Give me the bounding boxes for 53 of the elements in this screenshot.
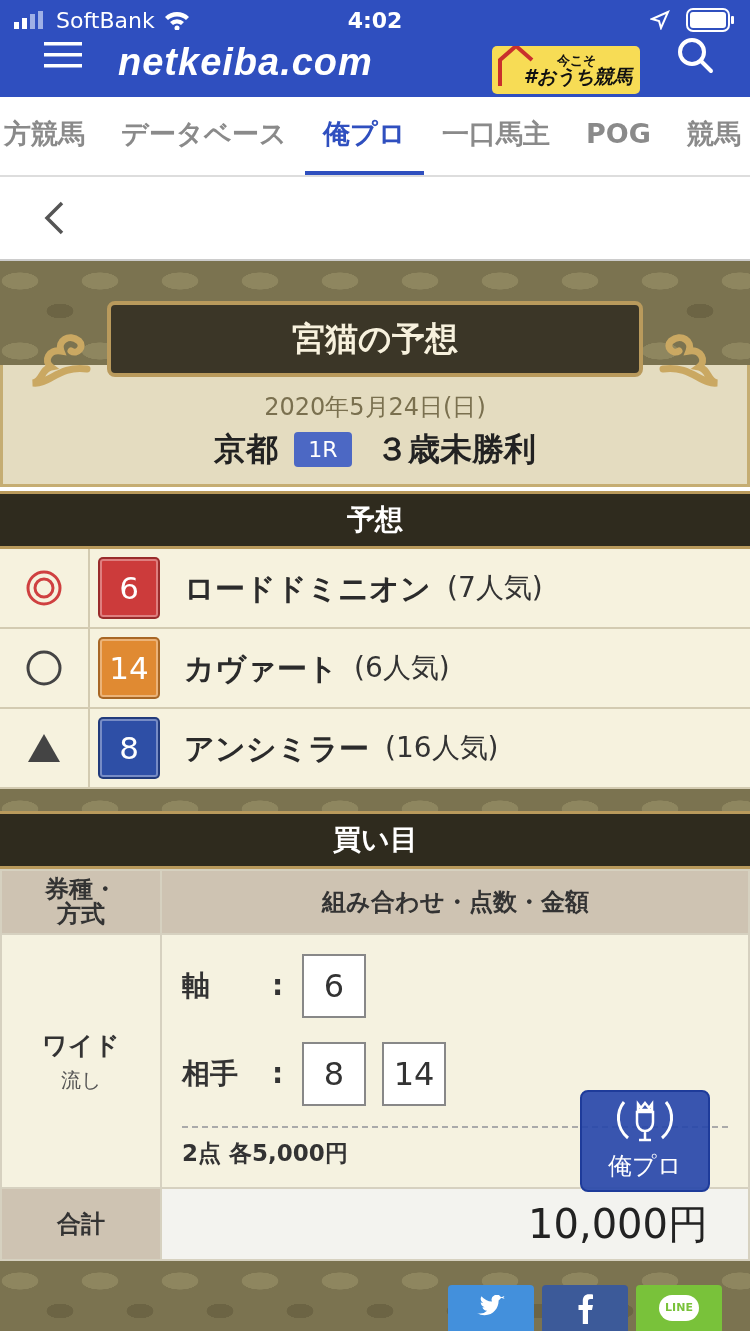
line-logo-text: LINE [665,1299,693,1316]
status-time: 4:02 [346,6,404,35]
horse-number-box: 6 [302,953,366,1018]
back-icon[interactable] [42,200,66,236]
column-header: 券種・方式 [1,870,161,934]
combination-label: 相手 [182,1055,239,1092]
popularity: (16人気) [385,730,499,766]
horse-number-box: 14 [382,1041,446,1106]
separator: : [272,967,285,1004]
promo-banner[interactable]: 今こそ #おうち競馬 [492,46,640,94]
horse-number: 14 [98,637,160,699]
bet-method: 流し [60,1066,102,1094]
bet-summary: 2点 各5,000円 [182,1138,348,1168]
nav-tab[interactable]: POG [568,97,669,175]
section-heading: 予想 [0,491,750,549]
line-button[interactable]: LINE [636,1285,722,1331]
bet-type: ワイド [41,1030,121,1063]
search-icon[interactable] [676,36,714,74]
carrier-name: SoftBank [56,6,155,35]
horse-number-box: 8 [302,1041,366,1106]
horse-name: カヴァート [184,649,338,688]
horse-name: ロードドミニオン [184,569,431,608]
column-header: 組み合わせ・点数・金額 [161,870,749,934]
twitter-button[interactable] [448,1285,534,1331]
race-number: 1R [294,431,352,467]
nav-tab[interactable]: 競馬 [668,97,750,175]
total-label: 合計 [1,1188,161,1260]
venue-name: 京都 [214,429,279,470]
facebook-button[interactable] [542,1285,628,1331]
horse-number: 6 [98,557,160,619]
nav-tab[interactable]: 俺プロ [305,97,424,175]
nav-tab[interactable]: 一口馬主 [424,97,568,175]
total-amount: 10,000円 [161,1188,749,1260]
race-date: 2020年5月24日(日) [264,392,486,423]
race-name: ３歳未勝利 [375,429,536,470]
title-plaque: 宮猫の予想 [107,301,643,377]
combination-label: 軸 [182,967,211,1004]
popularity: (6人気) [354,650,450,686]
popularity: (7人気) [447,570,543,606]
location-icon [650,10,670,30]
banner-text: #おうち競馬 [523,67,632,86]
menu-icon[interactable] [44,40,82,70]
f-icon [576,1292,594,1324]
section-heading: 買い目 [0,811,750,869]
nav-tab[interactable]: 方競馬 [0,97,103,175]
oreporo-button[interactable]: 俺プロ [580,1090,710,1192]
horse-number: 8 [98,717,160,779]
separator: : [272,1055,285,1092]
banner-text: 今こそ [557,54,596,67]
nav-tab[interactable]: データベース [103,97,305,175]
site-logo[interactable]: netkeiba.com [118,34,373,91]
horse-name: アンシミラー [184,729,369,768]
battery-icon [686,8,736,32]
